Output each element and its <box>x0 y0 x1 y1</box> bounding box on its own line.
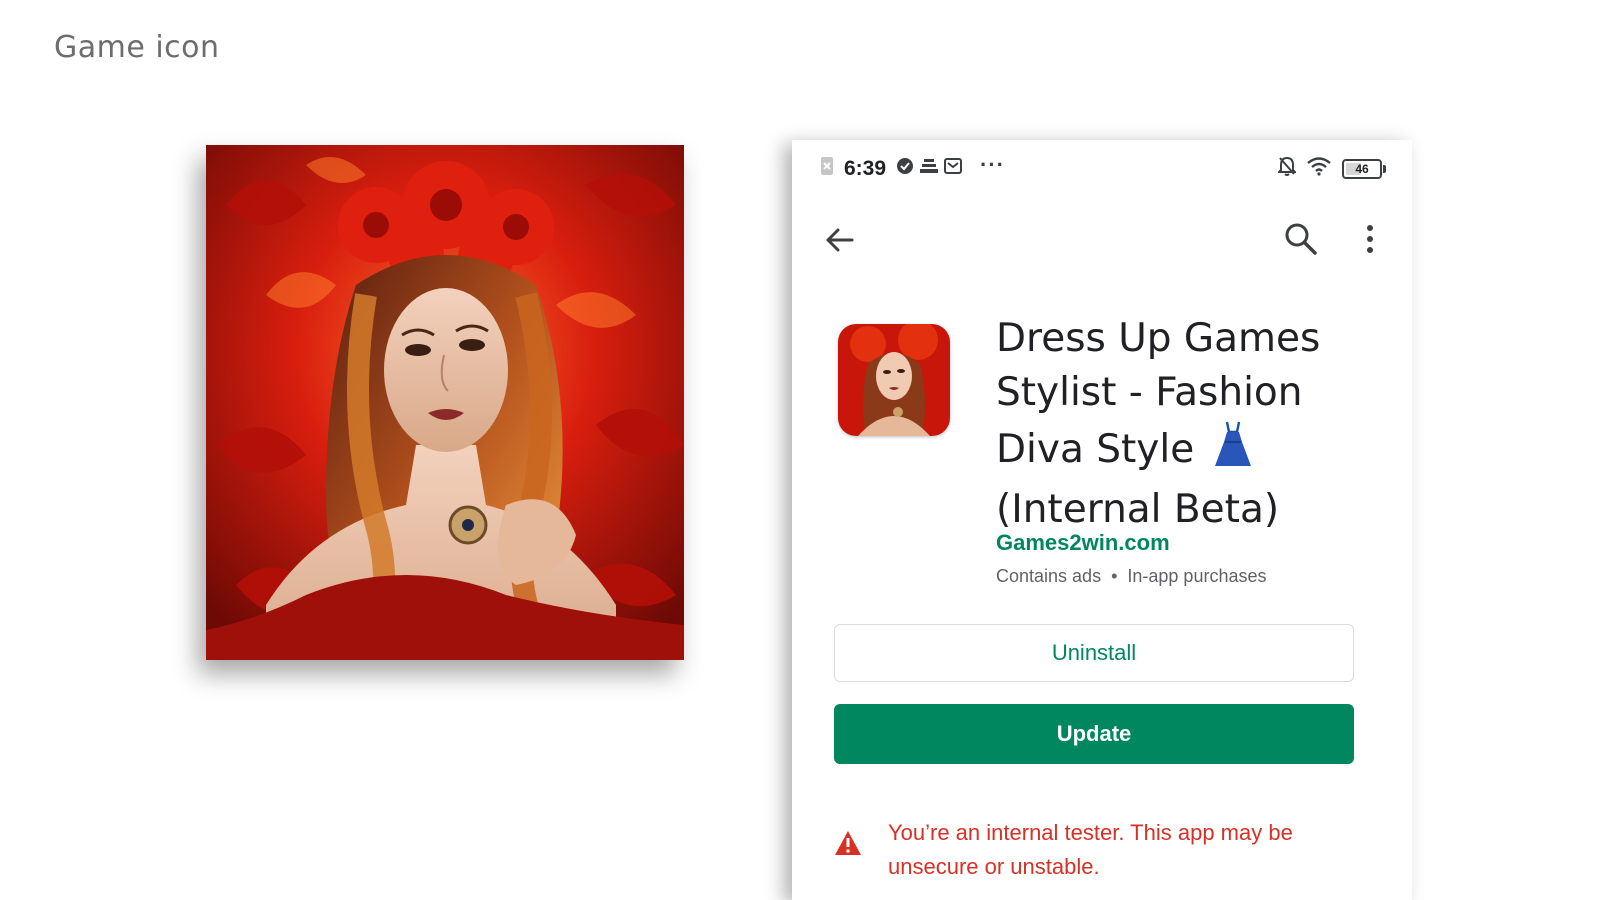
app-icon <box>838 324 950 436</box>
internal-tester-warning: You’re an internal tester. This app may … <box>888 820 1293 879</box>
search-icon[interactable] <box>1282 220 1320 258</box>
more-notifications-icon: ··· <box>980 151 1006 177</box>
wifi-icon <box>1306 156 1332 181</box>
developer-link[interactable]: Games2win.com <box>996 530 1170 556</box>
check-circle-icon <box>896 157 914 180</box>
uninstall-button[interactable]: Uninstall <box>834 624 1354 682</box>
warning-icon <box>834 830 862 856</box>
in-app-purchases-label: In-app purchases <box>1127 566 1267 586</box>
status-bar: 6:39 ··· 46 <box>792 140 1412 196</box>
update-button[interactable]: Update <box>834 704 1354 764</box>
phone-screen: 6:39 ··· 46 Dress Up Games Stylist - Fas… <box>792 140 1412 900</box>
bell-off-icon <box>1276 156 1298 181</box>
game-artwork-image <box>206 145 684 660</box>
dress-icon <box>1213 420 1253 483</box>
battery-level: 46 <box>1355 161 1369 176</box>
contains-ads-label: Contains ads <box>996 566 1102 586</box>
stack-icon <box>920 158 939 179</box>
slide-title: Game icon <box>54 30 220 65</box>
app-title-suffix: (Internal Beta) <box>996 487 1280 532</box>
battery-icon: 46 <box>1342 158 1386 179</box>
meta-separator: • <box>1111 566 1118 586</box>
app-title: Dress Up Games Stylist - Fashion Diva St… <box>996 312 1386 537</box>
back-arrow-icon[interactable] <box>822 222 858 258</box>
app-title-text: Dress Up Games Stylist - Fashion Diva St… <box>996 316 1321 472</box>
more-vert-icon[interactable] <box>1358 220 1382 258</box>
mail-icon <box>944 157 963 180</box>
status-time: 6:39 <box>844 156 887 180</box>
app-meta: Contains ads • In-app purchases <box>996 566 1266 587</box>
app-bar <box>792 210 1412 270</box>
sim-off-icon <box>820 156 834 181</box>
